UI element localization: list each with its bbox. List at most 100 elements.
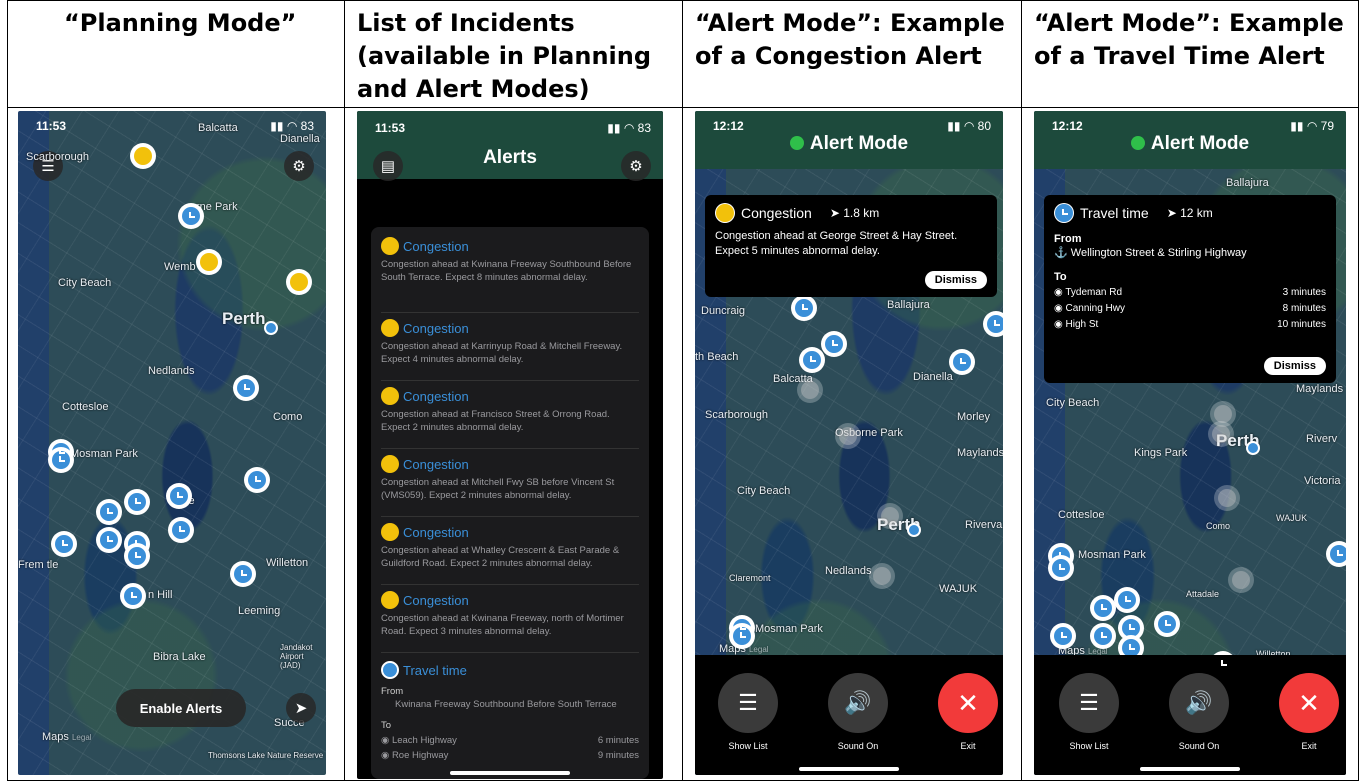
distance: ➤ 12 km <box>1166 206 1213 220</box>
show-list-button[interactable]: ☰ <box>718 673 778 733</box>
exit-button[interactable]: ✕ <box>1279 673 1339 733</box>
travel-time-pin[interactable] <box>96 499 122 525</box>
list-item[interactable]: Congestion Congestion ahead at Mitchell F… <box>381 455 639 517</box>
list-item[interactable]: Travel time From Kwinana Freeway Southbo… <box>381 661 639 762</box>
show-list-label: Show List <box>728 741 768 751</box>
list-icon: ☰ <box>1079 690 1099 715</box>
travel-time-pin[interactable] <box>230 561 256 587</box>
map-label: Como <box>1206 521 1231 531</box>
congestion-pin[interactable] <box>196 249 222 275</box>
travel-time-pin[interactable] <box>166 483 192 509</box>
alert-description: Congestion ahead at Karrinyup Road & Mit… <box>381 341 623 365</box>
travel-time-pin[interactable] <box>821 331 847 357</box>
travel-time-pin[interactable] <box>124 489 150 515</box>
current-location-dot <box>907 523 921 537</box>
incident-pin[interactable] <box>835 423 861 449</box>
list-item[interactable]: Congestion Congestion ahead at Kwinana Fr… <box>381 591 639 653</box>
alert-description: Congestion ahead at Kwinana Freeway, nor… <box>381 613 624 637</box>
header-divider <box>8 107 1358 108</box>
alert-description: Congestion ahead at Kwinana Freeway Sout… <box>381 259 632 283</box>
travel-time-pin[interactable] <box>120 583 146 609</box>
sound-on-label: Sound On <box>1178 741 1220 751</box>
sound-on-button[interactable]: 🔊 <box>828 673 888 733</box>
sound-on-button[interactable]: 🔊 <box>1169 673 1229 733</box>
map-label: Mosman Park <box>70 448 138 460</box>
travel-time-pin[interactable] <box>791 295 817 321</box>
map-label: Morley <box>957 411 991 423</box>
alert-description: Congestion ahead at Mitchell Fwy SB befo… <box>381 477 615 501</box>
mode-title: Alert Mode <box>695 133 1003 155</box>
travel-time-pin[interactable] <box>1050 623 1076 649</box>
travel-time-pin[interactable] <box>244 467 270 493</box>
travel-time-pin[interactable] <box>178 203 204 229</box>
incident-pin[interactable] <box>1208 421 1234 447</box>
travel-time-pin[interactable] <box>949 349 975 375</box>
incident-pin[interactable] <box>869 563 895 589</box>
map-label: City Beach <box>58 277 112 289</box>
list-item[interactable]: Congestion Congestion ahead at Kwinana Fr… <box>381 237 639 313</box>
map-label: th Beach <box>695 351 739 363</box>
travel-time-pin[interactable] <box>233 375 259 401</box>
travel-time-pin[interactable] <box>1326 541 1346 567</box>
map-label: Ballajura <box>1226 177 1269 189</box>
navigation-arrow-icon: ➤ <box>294 700 308 717</box>
header-planning-mode: “Planning Mode” <box>64 9 297 37</box>
settings-button[interactable]: ⚙ <box>621 151 651 181</box>
map-label: Jandakot Airport (JAD) <box>280 643 313 670</box>
travel-time-pin[interactable] <box>1114 587 1140 613</box>
travel-time-pin[interactable] <box>799 347 825 373</box>
list-item[interactable]: Congestion Congestion ahead at Francisco … <box>381 387 639 449</box>
map-label: Balcatta <box>198 122 238 134</box>
list-icon: ☰ <box>738 690 758 715</box>
travel-time-pin[interactable] <box>983 311 1003 337</box>
exit-button[interactable]: ✕ <box>938 673 998 733</box>
from-label: From <box>1054 233 1082 245</box>
travel-time-pin[interactable] <box>1090 595 1116 621</box>
comparison-table: “Planning Mode” List of Incidents (availa… <box>7 0 1359 781</box>
alert-type: Congestion <box>403 592 469 608</box>
travel-time-pin[interactable] <box>124 543 150 569</box>
settings-button[interactable]: ⚙ <box>284 151 314 181</box>
travel-time-pin[interactable] <box>1154 611 1180 637</box>
map-label: Wemb <box>164 261 196 273</box>
map-label: Riverv <box>1306 433 1338 445</box>
alert-type: Congestion <box>403 238 469 254</box>
congestion-pin[interactable] <box>286 269 312 295</box>
map-label: Claremont <box>729 573 771 583</box>
map-label: Mosman Park <box>1078 549 1146 561</box>
list-item[interactable]: Congestion Congestion ahead at Karrinyup … <box>381 319 639 381</box>
incident-pin[interactable] <box>877 503 903 529</box>
dismiss-button[interactable]: Dismiss <box>924 271 987 289</box>
map-label: Como <box>273 411 303 423</box>
alert-mode-header: 12:12 ▮▮ ◠ 79 Alert Mode <box>1034 111 1346 169</box>
show-list-button[interactable]: ☰ <box>1059 673 1119 733</box>
status-bar: 11:53 ▮▮ ◠ 83 <box>36 119 314 133</box>
alert-type: Congestion <box>403 320 469 336</box>
recenter-button[interactable]: ➤ <box>286 693 316 723</box>
travel-time-pin[interactable] <box>96 527 122 553</box>
clock-icon <box>381 661 399 679</box>
header-list-of-incidents: List of Incidents (available in Planning a… <box>357 9 652 103</box>
congestion-pin[interactable] <box>130 143 156 169</box>
alert-type: Congestion <box>403 388 469 404</box>
enable-alerts-button[interactable]: Enable Alerts <box>116 689 246 727</box>
map-label: WAJUK <box>1276 513 1308 523</box>
incident-pin[interactable] <box>1214 485 1240 511</box>
settings-icon: ⚙ <box>292 158 306 175</box>
incident-pin[interactable] <box>797 377 823 403</box>
map-label: Nedlands <box>825 565 872 577</box>
travel-time-pin[interactable] <box>168 517 194 543</box>
route-row: ◉ Leach Highway 6 minutes <box>381 735 639 746</box>
dismiss-button[interactable]: Dismiss <box>1263 357 1326 375</box>
active-indicator <box>789 136 804 150</box>
header-travel-time-alert: “Alert Mode”: Example of a Travel Time Al… <box>1034 9 1344 70</box>
incident-pin[interactable] <box>1228 567 1254 593</box>
status-bar: 11:53 ▮▮ ◠ 83 <box>375 121 651 135</box>
list-item[interactable]: Congestion Congestion ahead at Whatley Cr… <box>381 523 639 585</box>
map-label: Bibra Lake <box>153 651 206 663</box>
map-label: Thomsons Lake Nature Reserve <box>208 751 324 760</box>
travel-time-pin[interactable] <box>51 531 77 557</box>
travel-time-pin[interactable] <box>1048 555 1074 581</box>
from-label: From <box>381 686 404 697</box>
travel-time-pin[interactable] <box>1090 623 1116 649</box>
